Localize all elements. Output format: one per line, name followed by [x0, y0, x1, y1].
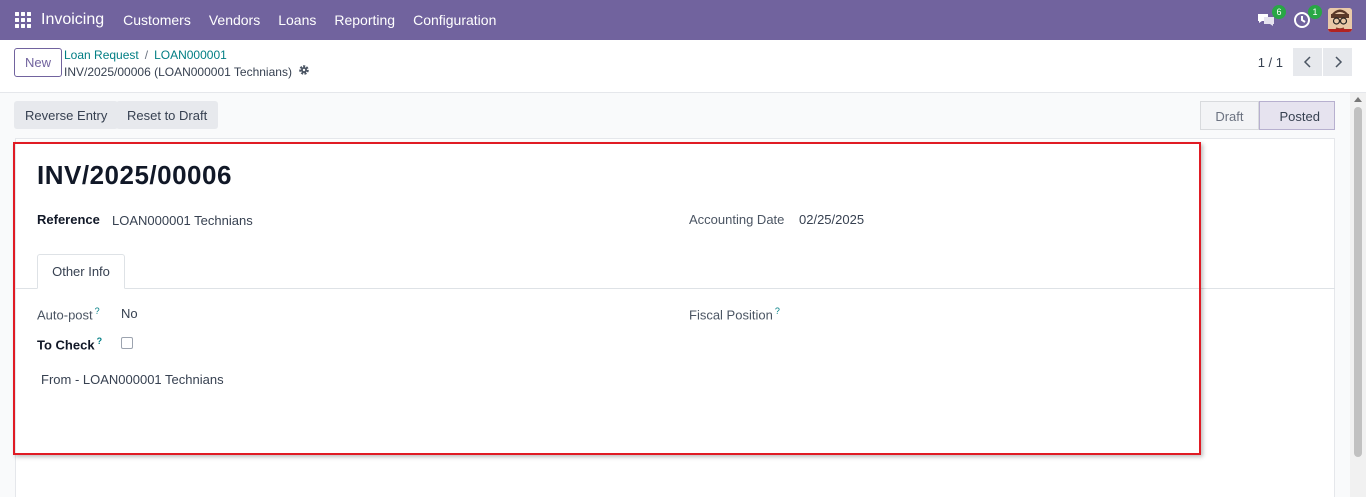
menu-configuration[interactable]: Configuration [404, 12, 505, 28]
fiscal-position-label: Fiscal Position? [689, 306, 780, 322]
new-button[interactable]: New [14, 48, 63, 77]
systray: 6 1 [1256, 0, 1352, 40]
menu-vendors[interactable]: Vendors [200, 12, 269, 28]
status-step-draft[interactable]: Draft [1200, 101, 1259, 130]
pager-previous-button[interactable] [1293, 48, 1322, 76]
breadcrumb-separator: / [144, 48, 149, 62]
chat-icon[interactable]: 6 [1256, 5, 1286, 30]
user-avatar[interactable] [1328, 8, 1352, 32]
scrollbar-thumb[interactable] [1354, 107, 1362, 457]
to-check-checkbox[interactable] [121, 337, 133, 349]
breadcrumb-loan-request[interactable]: Loan Request [64, 48, 139, 62]
fiscal-position-label-text: Fiscal Position [689, 307, 773, 323]
reverse-entry-button[interactable]: Reverse Entry [14, 101, 119, 129]
reference-value[interactable]: LOAN000001 Technians [112, 213, 253, 228]
control-panel: New Loan Request / LOAN000001 INV/2025/000… [0, 40, 1366, 93]
record-title-row: INV/2025/00006 (LOAN000001 Technians) [64, 64, 310, 79]
pager-value[interactable]: 1 / 1 [1258, 55, 1283, 70]
record-title: INV/2025/00006 (LOAN000001 Technians) [64, 64, 292, 79]
status-steps: Draft Posted [1200, 101, 1335, 130]
form-statusbar: Reverse Entry Reset to Draft Draft Poste… [0, 93, 1350, 138]
to-check-label: To Check? [37, 336, 102, 352]
auto-post-label: Auto-post? [37, 306, 100, 322]
apps-grid-icon[interactable] [15, 12, 31, 28]
breadcrumb-loan[interactable]: LOAN000001 [154, 48, 227, 62]
pager-next-button[interactable] [1323, 48, 1352, 76]
reference-label: Reference [37, 212, 100, 227]
help-icon[interactable]: ? [97, 336, 103, 346]
help-icon[interactable]: ? [95, 306, 100, 316]
accounting-date-label: Accounting Date [689, 212, 785, 227]
auto-post-label-text: Auto-post [37, 307, 93, 323]
chevron-left-icon [1303, 56, 1311, 68]
to-check-label-text: To Check [37, 337, 95, 353]
move-name: INV/2025/00006 [37, 160, 232, 190]
reset-to-draft-button[interactable]: Reset to Draft [116, 101, 219, 129]
accounting-date-value[interactable]: 02/25/2025 [799, 212, 864, 227]
tab-other-info[interactable]: Other Info [37, 254, 125, 289]
scroll-up-arrow-icon[interactable] [1354, 97, 1362, 102]
messages-badge: 6 [1272, 5, 1286, 19]
form-sheet [15, 138, 1335, 497]
status-step-posted[interactable]: Posted [1258, 101, 1335, 130]
page-scrollbar[interactable] [1350, 93, 1366, 497]
narration-text[interactable]: From - LOAN000001 Technians [41, 372, 224, 387]
menu-reporting[interactable]: Reporting [325, 12, 404, 28]
clock-icon[interactable]: 1 [1292, 5, 1322, 30]
breadcrumb: Loan Request / LOAN000001 [64, 48, 227, 62]
auto-post-value[interactable]: No [121, 306, 138, 321]
menu-loans[interactable]: Loans [269, 12, 325, 28]
activities-badge: 1 [1308, 5, 1322, 19]
app-name[interactable]: Invoicing [41, 11, 104, 29]
chevron-right-icon [1334, 56, 1342, 68]
menu-customers[interactable]: Customers [114, 12, 200, 28]
top-navbar: Invoicing Customers Vendors Loans Report… [0, 0, 1366, 40]
pager: 1 / 1 [1258, 48, 1352, 76]
help-icon[interactable]: ? [775, 306, 780, 316]
tabs-divider [15, 288, 1335, 289]
gear-icon[interactable] [298, 64, 310, 79]
